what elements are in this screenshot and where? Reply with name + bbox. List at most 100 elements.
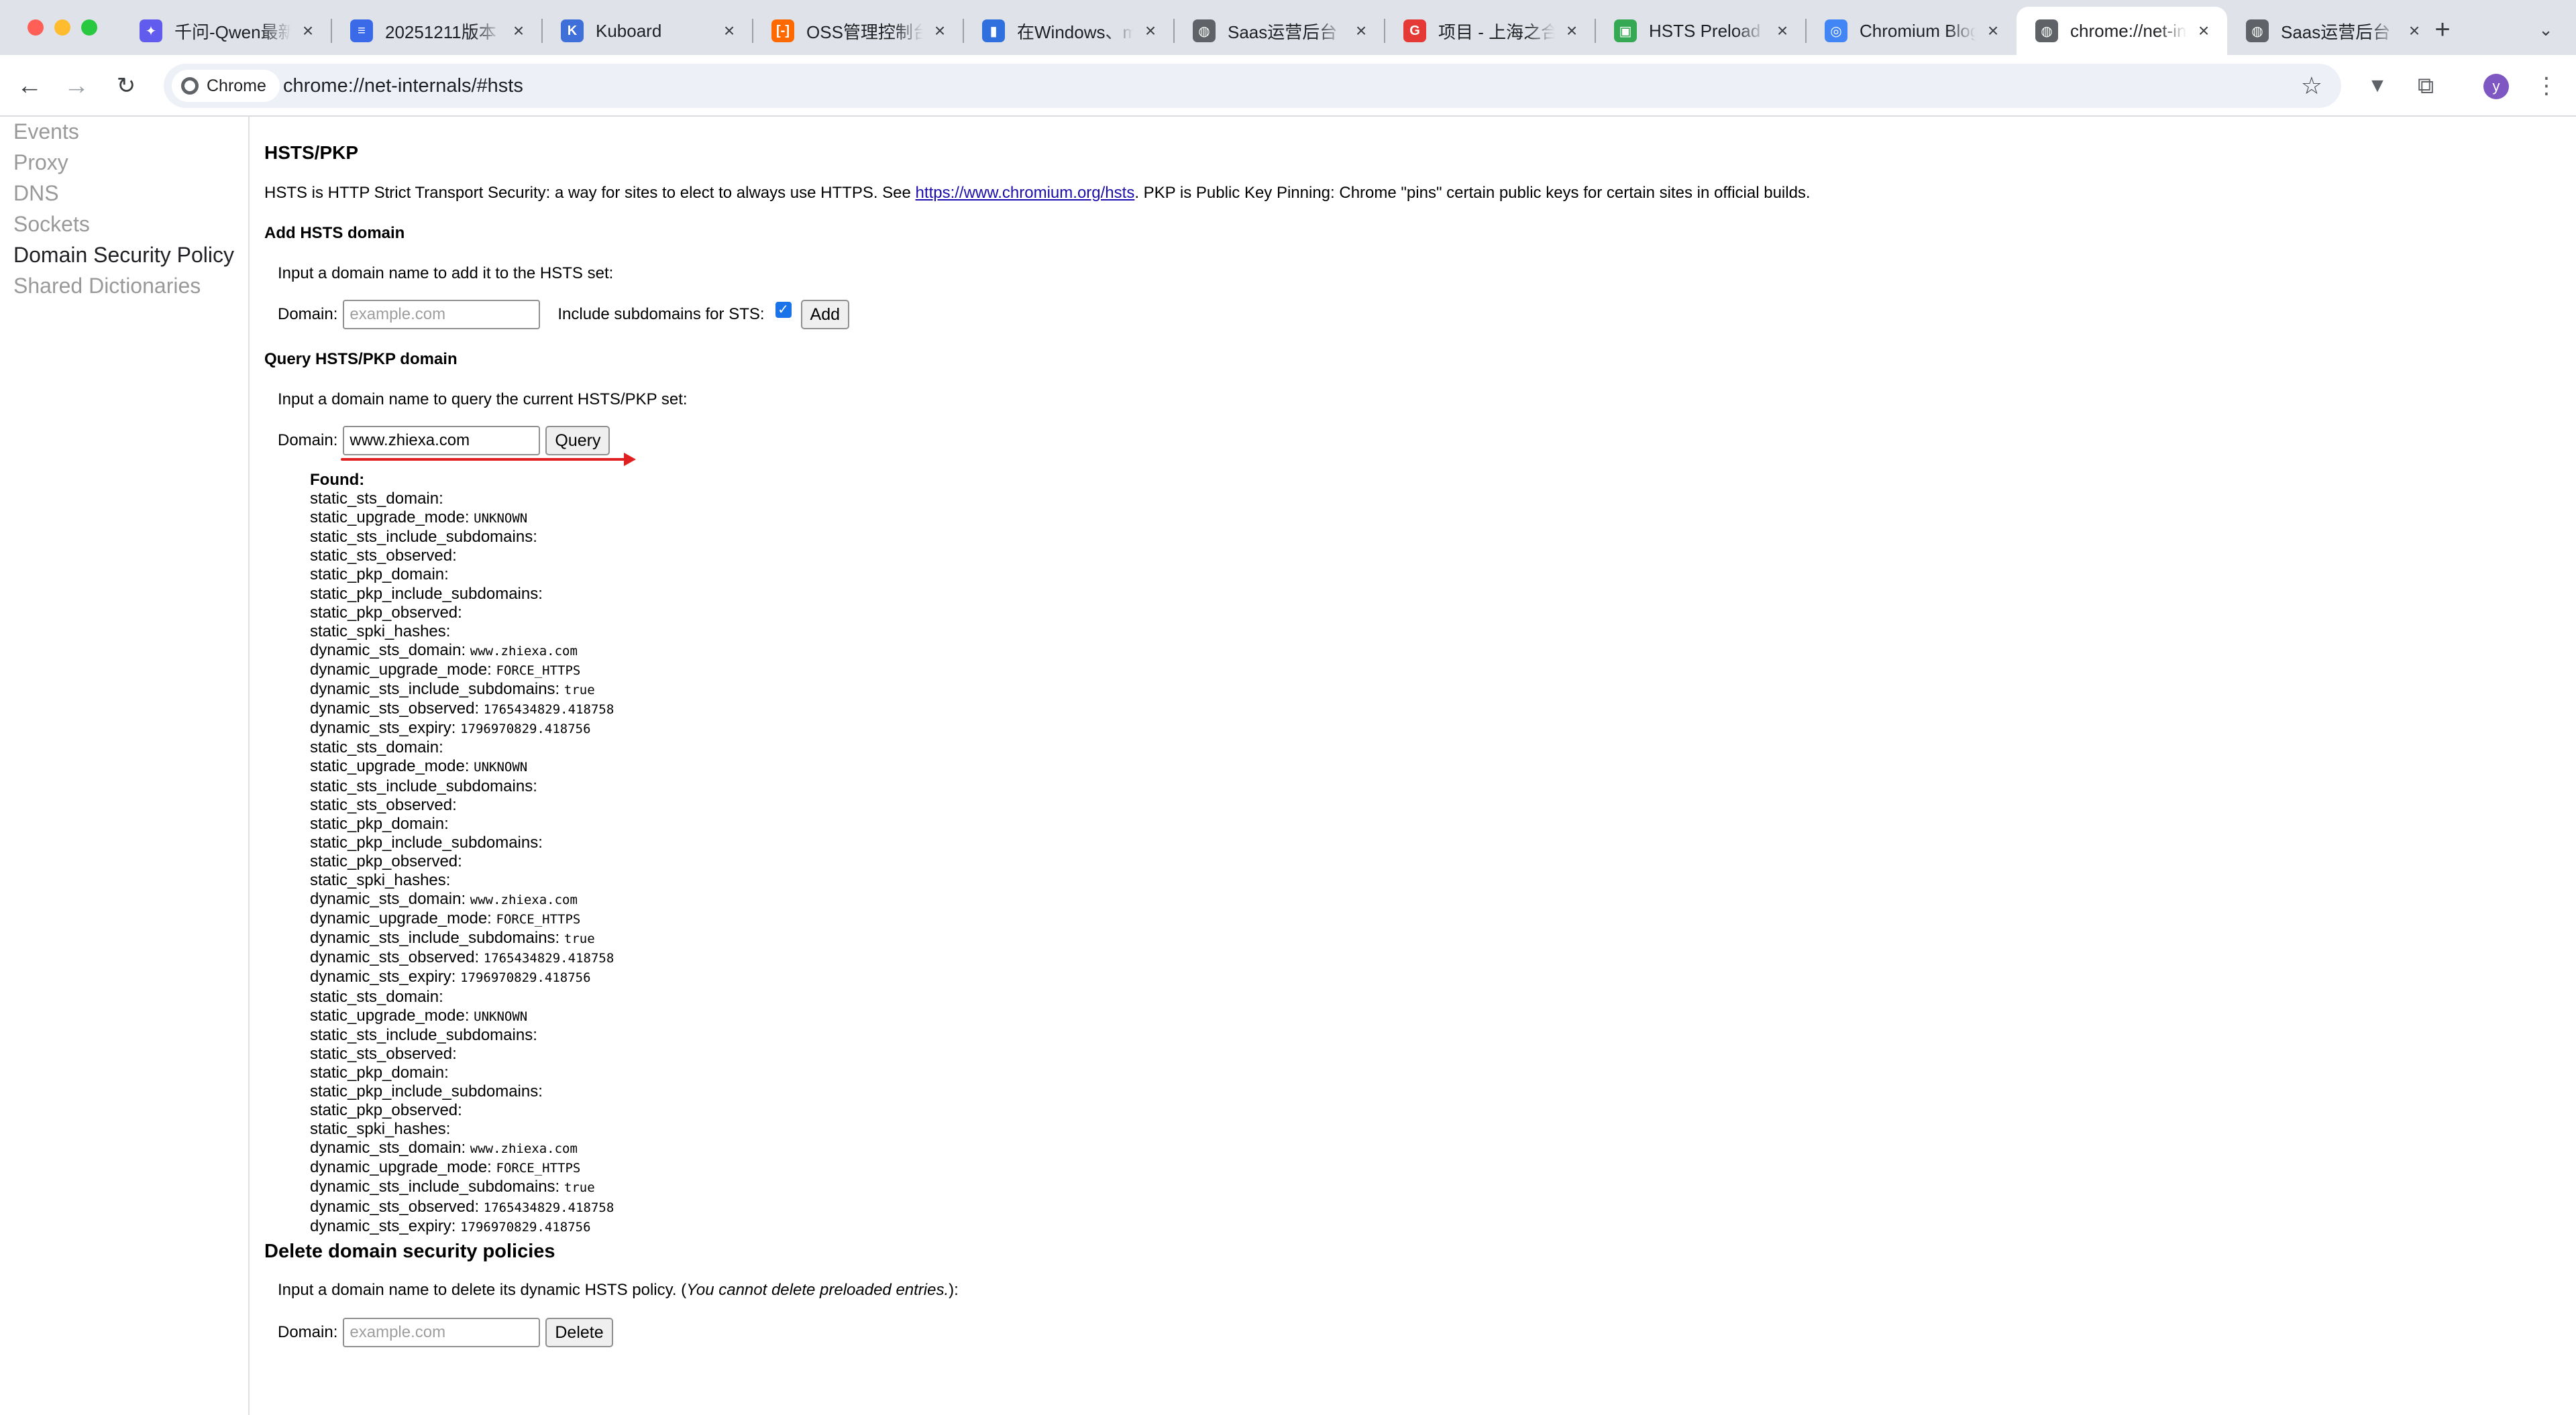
sidebar-item-domain-security-policy[interactable]: Domain Security Policy [13,243,234,268]
tab-8[interactable]: ▣ HSTS Preload × [1595,7,1806,55]
result-value: FORCE_HTTPS [496,1161,581,1176]
result-value: true [564,1180,595,1196]
tab-close-icon[interactable]: × [719,21,739,41]
sidebar-item-dns[interactable]: DNS [13,181,59,206]
menu-kebab-icon[interactable]: ⋮ [2529,68,2564,103]
result-key: static_sts_include_subdomains: [310,777,537,795]
result-value: www.zhiexa.com [470,1141,578,1157]
result-key: dynamic_sts_observed: [310,948,484,967]
chromium-hsts-link[interactable]: https://www.chromium.org/hsts [916,184,1135,202]
tab-close-icon[interactable]: × [1140,21,1161,41]
result-key: static_sts_observed: [310,547,457,565]
result-key: dynamic_sts_include_subdomains: [310,680,564,699]
tab-4[interactable]: [-] OSS管理控制台 × [753,7,963,55]
minimize-window-button[interactable] [54,19,70,36]
delete-button[interactable]: Delete [545,1318,613,1347]
result-key: static_sts_domain: [310,987,443,1006]
forward-button[interactable]: → [59,68,94,103]
result-line-dynamic-sts-expiry: dynamic_sts_expiry: 1796970829.418756 [310,1217,614,1237]
tab-close-icon[interactable]: × [2194,21,2214,41]
result-line-static-sts-domain: static_sts_domain: [310,490,614,508]
result-line-static-spki-hashes: static_spki_hashes: [310,622,614,641]
tab-title: chrome://net-internals [2070,20,2187,41]
query-button[interactable]: Query [545,426,610,455]
result-line-static-sts-include-subdomains: static_sts_include_subdomains: [310,777,614,796]
tab-7[interactable]: G 项目 - 上海之合 × [1385,7,1595,55]
globe-icon: ◍ [2035,19,2058,42]
tab-title: Saas运营后台 [2281,21,2391,42]
tab-close-icon[interactable]: × [1772,21,1792,41]
result-line-static-spki-hashes: static_spki_hashes: [310,871,614,890]
tab-close-icon[interactable]: × [1562,21,1582,41]
result-line-dynamic-sts-domain: dynamic_sts_domain: www.zhiexa.com [310,890,614,909]
result-key: dynamic_sts_expiry: [310,1216,461,1235]
result-line-static-sts-domain: static_sts_domain: [310,738,614,757]
query-domain-input[interactable]: www.zhiexa.com [343,426,541,455]
close-window-button[interactable] [28,19,44,36]
result-line-dynamic-upgrade-mode: dynamic_upgrade_mode: FORCE_HTTPS [310,661,614,680]
result-key: dynamic_sts_observed: [310,699,484,718]
delete-domain-input[interactable]: example.com [343,1318,541,1347]
tab-search-icon[interactable]: ⌄ [2529,13,2563,46]
new-tab-button[interactable]: + [2426,13,2459,46]
sidebar-item-sockets[interactable]: Sockets [13,212,90,237]
result-key: static_upgrade_mode: [310,508,474,527]
tab-title: HSTS Preload [1649,20,1761,41]
tab-9[interactable]: ◎ Chromium Blog × [1806,7,2017,55]
result-line-static-pkp-include-subdomains: static_pkp_include_subdomains: [310,585,614,604]
result-line-static-pkp-include-subdomains: static_pkp_include_subdomains: [310,1082,614,1101]
result-line-static-sts-include-subdomains: static_sts_include_subdomains: [310,1026,614,1045]
add-button[interactable]: Add [800,300,850,329]
tab-close-icon[interactable]: × [298,21,318,41]
tab-3[interactable]: K Kuboard × [542,7,753,55]
globe-icon: ◍ [2246,19,2269,42]
tab-close-icon[interactable]: × [1983,21,2003,41]
tab-close-icon[interactable]: × [2404,21,2424,41]
result-line-static-pkp-observed: static_pkp_observed: [310,852,614,871]
sidebar-item-events[interactable]: Events [13,119,79,144]
tab-2[interactable]: ≡ 20251211版本 × [331,7,542,55]
site-info-chip-label: Chrome [207,76,266,95]
result-key: dynamic_sts_include_subdomains: [310,1178,564,1196]
result-value: www.zhiexa.com [470,643,578,659]
reload-button[interactable]: ↻ [109,68,144,103]
tab-title: Kuboard [596,20,662,41]
sidebar-item-shared-dictionaries[interactable]: Shared Dictionaries [13,274,201,298]
result-key: static_spki_hashes: [310,622,451,640]
delete-form: Domain: example.com Delete [278,1317,613,1348]
tab-1[interactable]: ✦ 千问-Qwen最新 × [121,7,331,55]
extension-v-icon[interactable]: ▼ [2360,68,2395,103]
tab-11[interactable]: ◍ Saas运营后台 × [2227,7,2438,55]
sidebar-item-proxy[interactable]: Proxy [13,150,68,175]
url-text[interactable]: chrome://net-internals/#hsts [283,64,523,108]
tab-10[interactable]: ◍ chrome://net-internals × [2017,7,2227,55]
maximize-window-button[interactable] [81,19,97,36]
tab-close-icon[interactable]: × [1351,21,1371,41]
chrome-icon [181,77,199,95]
bookmark-star-icon[interactable]: ☆ [2301,70,2322,101]
add-domain-input[interactable]: example.com [343,300,541,329]
back-button[interactable]: ← [12,68,47,103]
include-subdomains-checkbox[interactable]: ✓ [775,302,792,318]
project-icon: G [1403,19,1426,42]
address-bar[interactable]: Chrome chrome://net-internals/#hsts ☆ [164,64,2341,108]
delete-domain-label: Domain: [278,1323,338,1341]
result-key: static_spki_hashes: [310,1120,451,1139]
include-subdomains-label: Include subdomains for STS: [557,305,765,323]
add-instruction: Input a domain name to add it to the HST… [278,264,614,282]
extensions-puzzle-icon[interactable]: ⧉ [2408,68,2443,103]
result-line-static-sts-include-subdomains: static_sts_include_subdomains: [310,528,614,547]
result-line-static-pkp-include-subdomains: static_pkp_include_subdomains: [310,834,614,852]
result-line-dynamic-upgrade-mode: dynamic_upgrade_mode: FORCE_HTTPS [310,1158,614,1178]
tab-close-icon[interactable]: × [508,21,529,41]
result-line-static-spki-hashes: static_spki_hashes: [310,1120,614,1139]
profile-avatar[interactable]: y [2483,74,2509,99]
tab-6[interactable]: ◍ Saas运营后台 × [1174,7,1385,55]
delete-instruction: Input a domain name to delete its dynami… [278,1281,959,1299]
result-key: static_upgrade_mode: [310,757,474,776]
site-info-chip[interactable]: Chrome [172,70,280,102]
result-line-dynamic-sts-domain: dynamic_sts_domain: www.zhiexa.com [310,1139,614,1158]
query-instruction: Input a domain name to query the current… [278,390,688,408]
tab-5[interactable]: ▮ 在Windows、m × [963,7,1174,55]
tab-close-icon[interactable]: × [930,21,950,41]
